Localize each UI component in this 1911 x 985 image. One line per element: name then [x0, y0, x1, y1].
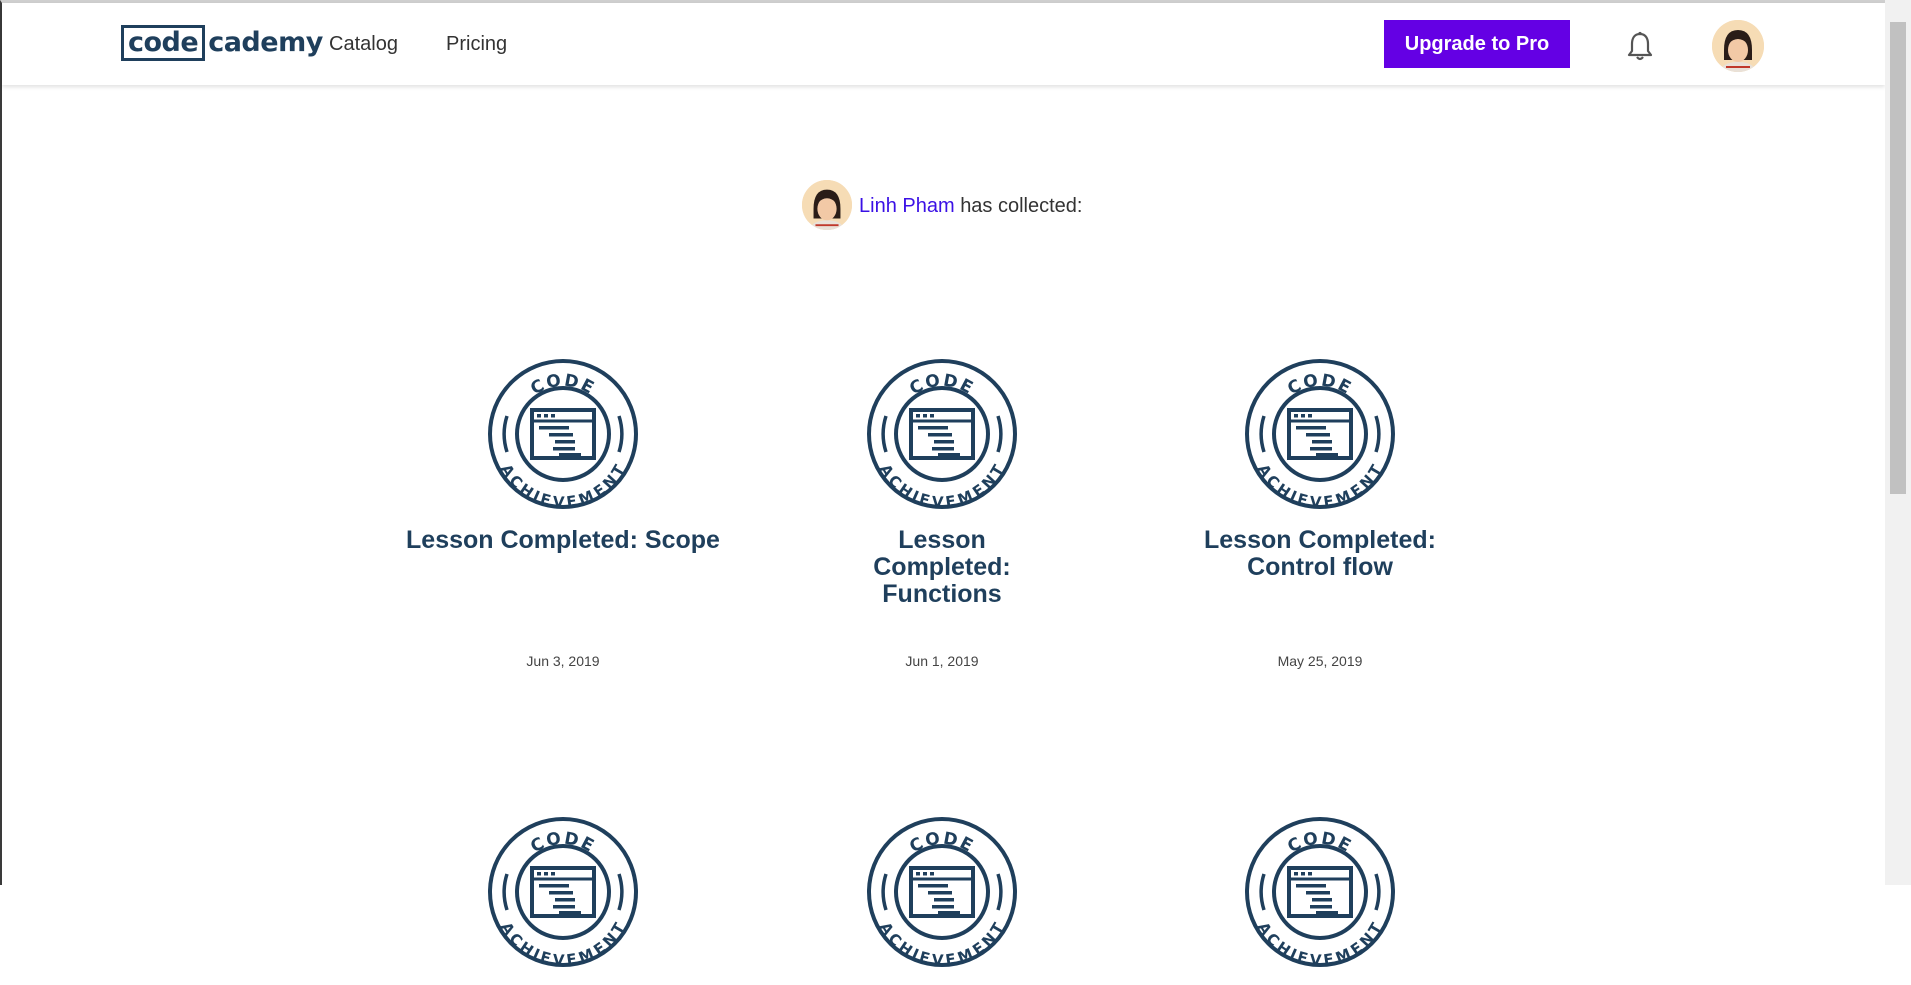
- svg-text:ACHIEVEMENT: ACHIEVEMENT: [497, 919, 629, 968]
- logo-rest-text: cademy: [208, 27, 323, 58]
- achievement-title: Lesson Completed: Scope: [406, 526, 720, 554]
- svg-text:CODE: CODE: [1284, 370, 1355, 399]
- collected-heading: Linh Pham has collected:: [859, 195, 1082, 218]
- logo-box-text: code: [121, 25, 206, 61]
- codecademy-logo[interactable]: code cademy: [121, 25, 323, 61]
- achievement-date: Jun 1, 2019: [905, 653, 979, 669]
- header-avatar[interactable]: [1712, 20, 1764, 72]
- achievement-card[interactable]: CODE ACHIEVEMENT: [777, 816, 1107, 985]
- svg-text:CODE: CODE: [906, 828, 977, 857]
- achievement-card[interactable]: CODE ACHIEVEMENT: [398, 816, 728, 985]
- user-name-link[interactable]: Linh Pham: [859, 195, 955, 217]
- achievement-card[interactable]: CODE ACHIEVEMENT Lesson Completed: Contro…: [1155, 358, 1485, 669]
- achievement-card[interactable]: CODE ACHIEVEMENT: [1155, 816, 1485, 985]
- vertical-scrollbar[interactable]: [1885, 0, 1911, 885]
- achievement-card[interactable]: CODE ACHIEVEMENT Lesson Completed: Functi…: [777, 358, 1107, 669]
- svg-text:CODE: CODE: [1284, 828, 1355, 857]
- svg-text:ACHIEVEMENT: ACHIEVEMENT: [497, 461, 629, 510]
- achievement-title: Lesson Completed: Functions: [873, 526, 1011, 608]
- achievement-date: Jun 3, 2019: [526, 653, 600, 669]
- collected-text: has collected:: [960, 195, 1083, 217]
- achievement-title: Lesson Completed: Control flow: [1204, 526, 1436, 581]
- svg-text:CODE: CODE: [527, 370, 598, 399]
- svg-text:ACHIEVEMENT: ACHIEVEMENT: [1254, 461, 1386, 510]
- nav-pricing-link[interactable]: Pricing: [446, 33, 507, 56]
- top-navbar: code cademy Catalog Pricing Upgrade to P…: [2, 3, 1885, 85]
- bell-icon[interactable]: [1627, 31, 1653, 61]
- achievement-card[interactable]: CODE ACHIEVEMENT Lesson Completed: Scope …: [398, 358, 728, 669]
- svg-text:CODE: CODE: [906, 370, 977, 399]
- scrollbar-thumb[interactable]: [1890, 22, 1906, 494]
- achievement-date: May 25, 2019: [1277, 653, 1363, 669]
- svg-text:ACHIEVEMENT: ACHIEVEMENT: [876, 461, 1008, 510]
- code-achievement-badge-icon: CODE ACHIEVEMENT: [867, 817, 1017, 968]
- nav-catalog-link[interactable]: Catalog: [329, 33, 398, 56]
- svg-text:CODE: CODE: [527, 828, 598, 857]
- code-achievement-badge-icon: CODE ACHIEVEMENT: [488, 359, 638, 510]
- upgrade-to-pro-button[interactable]: Upgrade to Pro: [1384, 20, 1570, 68]
- svg-text:ACHIEVEMENT: ACHIEVEMENT: [1254, 919, 1386, 968]
- code-achievement-badge-icon: CODE ACHIEVEMENT: [867, 359, 1017, 510]
- code-achievement-badge-icon: CODE ACHIEVEMENT: [488, 817, 638, 968]
- profile-avatar[interactable]: [802, 180, 852, 230]
- svg-text:ACHIEVEMENT: ACHIEVEMENT: [876, 919, 1008, 968]
- code-achievement-badge-icon: CODE ACHIEVEMENT: [1245, 359, 1395, 510]
- code-achievement-badge-icon: CODE ACHIEVEMENT: [1245, 817, 1395, 968]
